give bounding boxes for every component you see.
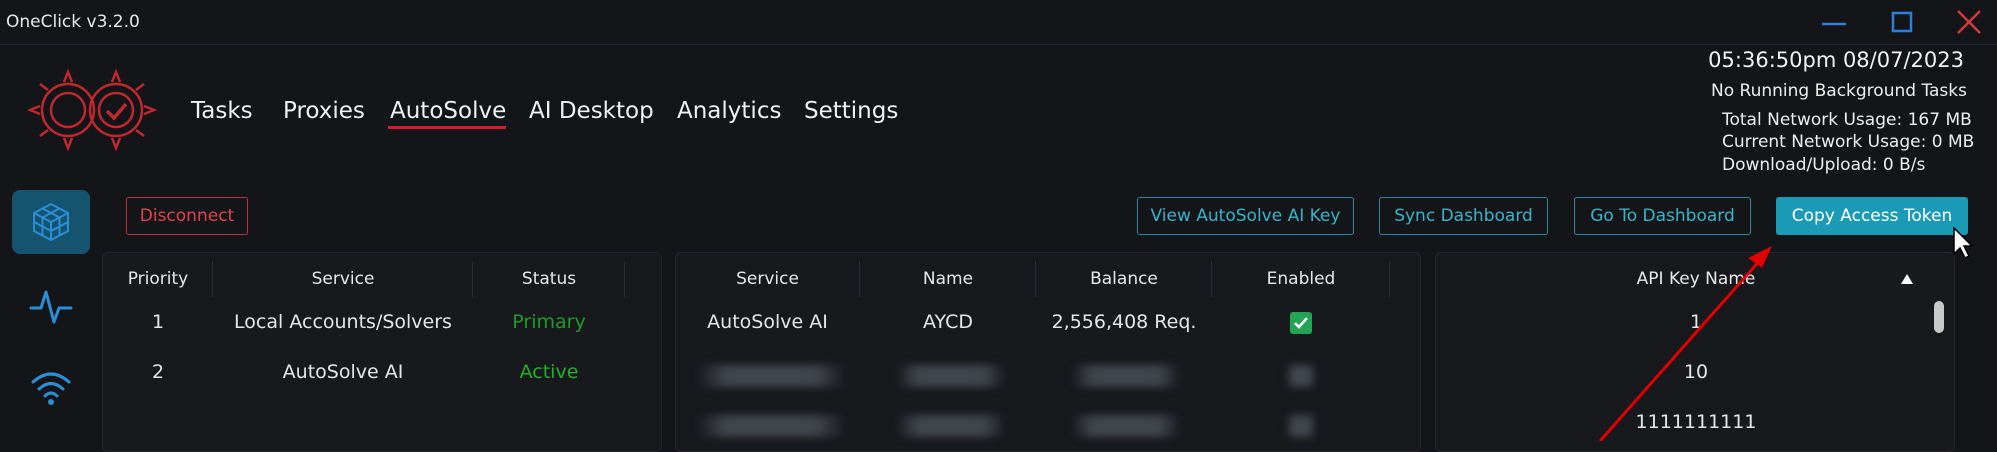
column-header-service: Service xyxy=(736,269,799,289)
blurred-cell xyxy=(896,365,1006,387)
titlebar-divider xyxy=(0,44,1997,45)
sync-dashboard-button[interactable]: Sync Dashboard xyxy=(1379,197,1548,235)
column-header-priority: Priority xyxy=(127,269,189,289)
copy-access-token-button[interactable]: Copy Access Token xyxy=(1776,197,1968,235)
window-title: OneClick v3.2.0 xyxy=(6,12,140,32)
nav-settings[interactable]: Settings xyxy=(804,98,898,124)
api-key-table: API Key Name 1 10 1111111111 xyxy=(1435,252,1955,452)
nav-analytics[interactable]: Analytics xyxy=(677,98,781,124)
column-header-name: Name xyxy=(922,269,974,289)
column-separator xyxy=(624,261,625,297)
scrollbar-thumb[interactable] xyxy=(1934,301,1944,333)
blurred-cell xyxy=(696,415,846,437)
column-header-service: Service xyxy=(311,269,375,289)
status-badge: Active xyxy=(519,361,579,383)
service-cell: AutoSolve AI xyxy=(282,361,404,383)
blurred-cell xyxy=(1286,365,1316,387)
close-icon xyxy=(1957,10,1981,34)
total-network-usage: Total Network Usage: 167 MB xyxy=(1722,110,1972,130)
minimize-button[interactable] xyxy=(1813,6,1853,42)
wifi-icon xyxy=(31,372,71,405)
sidebar-item-network[interactable] xyxy=(12,356,90,420)
download-upload: Download/Upload: 0 B/s xyxy=(1722,155,1926,175)
sort-ascending-icon[interactable] xyxy=(1900,273,1914,285)
current-network-usage: Current Network Usage: 0 MB xyxy=(1722,132,1975,152)
disconnect-button[interactable]: Disconnect xyxy=(126,197,248,235)
nav-tasks[interactable]: Tasks xyxy=(191,98,253,124)
balance-cell: 2,556,408 Req. xyxy=(1051,311,1197,333)
blurred-cell xyxy=(1286,415,1316,437)
activity-icon xyxy=(29,290,73,324)
service-cell: Local Accounts/Solvers xyxy=(234,311,452,333)
blurred-cell xyxy=(1071,415,1181,437)
nav-ai-desktop[interactable]: AI Desktop xyxy=(529,98,654,124)
mouse-cursor-icon xyxy=(1953,226,1974,260)
status-badge: Primary xyxy=(512,311,586,333)
cube-icon xyxy=(33,202,69,242)
priority-table: Priority Service Status 1 Local Accounts… xyxy=(102,252,662,452)
maximize-icon xyxy=(1891,11,1913,33)
service-table: Service Name Balance Enabled AutoSolve A… xyxy=(675,252,1421,452)
name-cell: AYCD xyxy=(923,311,973,333)
sidebar-item-activity[interactable] xyxy=(12,274,90,338)
blurred-cell xyxy=(896,415,1006,437)
list-item[interactable]: 10 xyxy=(1436,361,1954,383)
nav-proxies[interactable]: Proxies xyxy=(283,98,365,124)
priority-cell: 2 xyxy=(151,361,165,383)
minimize-icon xyxy=(1822,22,1846,26)
checkmark-icon xyxy=(1294,317,1308,329)
column-header-api-key-name[interactable]: API Key Name xyxy=(1436,269,1954,289)
clock: 05:36:50pm 08/07/2023 xyxy=(1708,48,1964,72)
sidebar-item-autosolve[interactable] xyxy=(12,190,90,254)
nav-active-underline xyxy=(388,126,506,129)
nav-autosolve[interactable]: AutoSolve xyxy=(390,98,506,124)
blurred-cell xyxy=(696,365,846,387)
blurred-cell xyxy=(1071,365,1181,387)
enabled-checkbox[interactable] xyxy=(1290,312,1312,334)
column-header-status: Status xyxy=(521,269,577,289)
list-item[interactable]: 1 xyxy=(1436,311,1954,333)
list-item[interactable]: 1111111111 xyxy=(1436,411,1954,433)
view-autosolve-key-button[interactable]: View AutoSolve AI Key xyxy=(1137,197,1354,235)
close-button[interactable] xyxy=(1948,6,1988,42)
oneclick-logo-icon xyxy=(28,68,158,152)
background-tasks-status: No Running Background Tasks xyxy=(1711,81,1967,101)
column-header-enabled: Enabled xyxy=(1266,269,1336,289)
maximize-button[interactable] xyxy=(1882,6,1922,42)
column-separator xyxy=(1389,261,1390,297)
column-header-balance: Balance xyxy=(1090,269,1158,289)
service-cell: AutoSolve AI xyxy=(707,311,828,333)
go-to-dashboard-button[interactable]: Go To Dashboard xyxy=(1574,197,1751,235)
priority-cell: 1 xyxy=(151,311,165,333)
